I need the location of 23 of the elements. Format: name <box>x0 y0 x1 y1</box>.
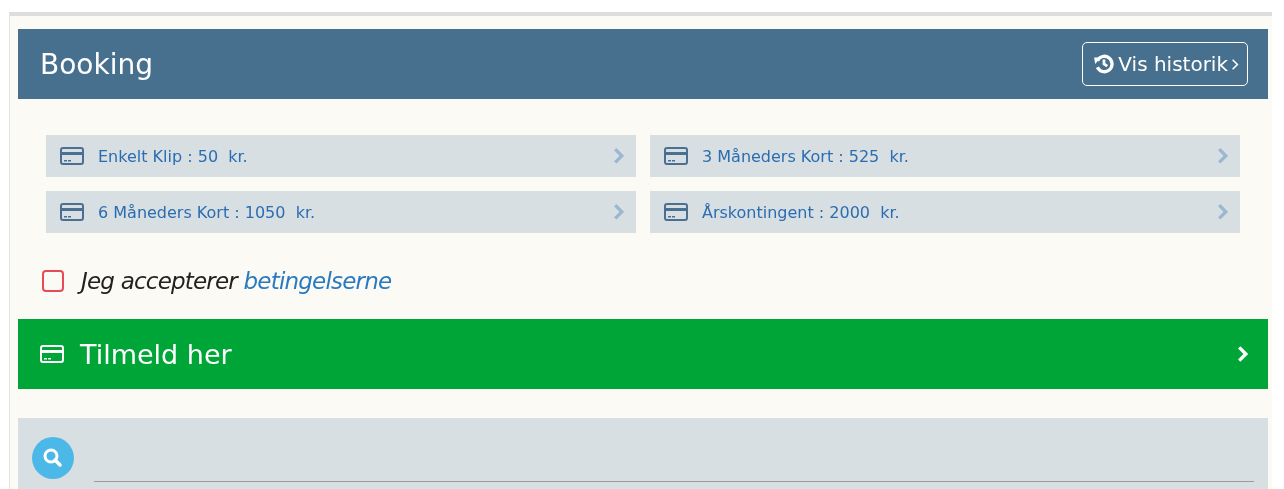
chevron-right-icon <box>1217 203 1228 221</box>
terms-checkbox[interactable] <box>42 270 64 292</box>
credit-card-icon <box>60 203 84 221</box>
history-button[interactable]: Vis historik <box>1082 42 1248 86</box>
panel-title: Booking <box>40 47 153 81</box>
membership-option[interactable]: 6 Måneders Kort : 1050 kr. <box>46 191 636 233</box>
membership-option[interactable]: Enkelt Klip : 50 kr. <box>46 135 636 177</box>
membership-option[interactable]: Årskontingent : 2000 kr. <box>650 191 1240 233</box>
search-bar[interactable] <box>18 418 1268 489</box>
chevron-right-icon <box>1237 345 1248 363</box>
membership-option[interactable]: 3 Måneders Kort : 525 kr. <box>650 135 1240 177</box>
credit-card-icon <box>664 203 688 221</box>
terms-link[interactable]: betingelserne <box>243 268 392 294</box>
credit-card-icon <box>40 345 64 363</box>
signup-button[interactable]: Tilmeld her <box>18 319 1268 389</box>
credit-card-icon <box>60 147 84 165</box>
chevron-right-icon <box>613 147 624 165</box>
chevron-right-icon <box>1217 147 1228 165</box>
search-icon[interactable] <box>32 437 74 479</box>
history-icon <box>1093 53 1116 75</box>
credit-card-icon <box>664 147 688 165</box>
chevron-right-icon <box>613 203 624 221</box>
chevron-right-icon <box>1231 57 1239 71</box>
